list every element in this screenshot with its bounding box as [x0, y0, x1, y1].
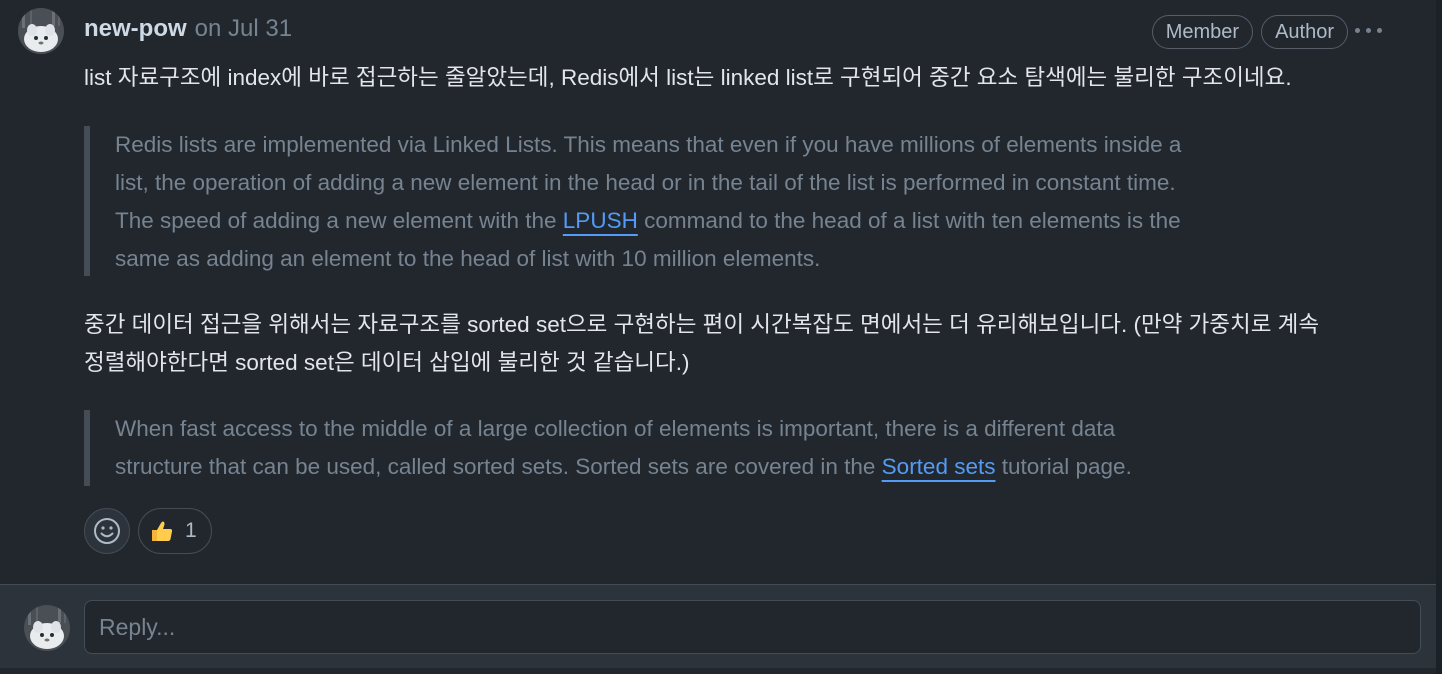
quote-2-line-2-text-after: tutorial page.	[995, 454, 1132, 479]
reactions-bar: 1	[84, 508, 212, 554]
quote-1-line-3-text-before: The speed of adding a new element with t…	[115, 208, 563, 233]
member-badge: Member	[1151, 15, 1254, 49]
quote-1-line-2: list, the operation of adding a new elem…	[115, 170, 1176, 195]
reply-input[interactable]	[84, 600, 1421, 654]
comment-header: new-pow on Jul 31	[84, 12, 292, 46]
more-options-icon[interactable]	[1350, 14, 1386, 46]
author-badge: Author	[1261, 15, 1348, 49]
author-badges: Member Author	[1151, 15, 1348, 49]
quote-2-line-1: When fast access to the middle of a larg…	[115, 416, 1116, 441]
thumbs-up-icon	[152, 521, 173, 541]
comment-paragraph-1: list 자료구조에 index에 바로 접근하는 줄알았는데, Redis에서…	[84, 65, 1292, 90]
paragraph-2-line-1: 중간 데이터 접근을 위해서는 자료구조를 sorted set으로 구현하는 …	[84, 312, 1320, 337]
author-avatar[interactable]	[18, 8, 64, 54]
reaction-count: 1	[185, 519, 197, 542]
paragraph-2-line-2: 정렬해야한다면 sorted set은 데이터 삽입에 불리한 것 같습니다.)	[84, 350, 690, 375]
comment-paragraph-2: 중간 데이터 접근을 위해서는 자료구조를 sorted set으로 구현하는 …	[84, 306, 1319, 382]
author-name[interactable]: new-pow	[84, 15, 187, 43]
quote-2-line-2-text-before: structure that can be used, called sorte…	[115, 454, 882, 479]
blockquote-2: When fast access to the middle of a larg…	[84, 410, 1132, 486]
quote-1-line-3-text-after: command to the head of a list with ten e…	[637, 208, 1181, 233]
add-reaction-button[interactable]	[84, 508, 130, 554]
reply-area	[0, 584, 1436, 668]
lpush-link[interactable]: LPUSH	[563, 208, 638, 233]
bottom-edge	[0, 668, 1436, 674]
sorted-sets-link[interactable]: Sorted sets	[882, 454, 996, 479]
scrollbar[interactable]	[1436, 0, 1442, 674]
quote-1-line-1: Redis lists are implemented via Linked L…	[115, 132, 1182, 157]
discussion-comment: new-pow on Jul 31 Member Author list 자료구…	[0, 0, 1436, 584]
quote-2-line-2: structure that can be used, called sorte…	[115, 448, 1132, 486]
blockquote-1: Redis lists are implemented via Linked L…	[84, 126, 1181, 276]
quote-1-line-3: The speed of adding a new element with t…	[115, 202, 1181, 240]
smiley-icon	[94, 518, 120, 544]
quote-1-line-4: same as adding an element to the head of…	[115, 246, 821, 271]
comment-date[interactable]: on Jul 31	[195, 15, 292, 43]
thumbs-up-reaction[interactable]: 1	[138, 508, 212, 554]
current-user-avatar	[24, 605, 70, 651]
